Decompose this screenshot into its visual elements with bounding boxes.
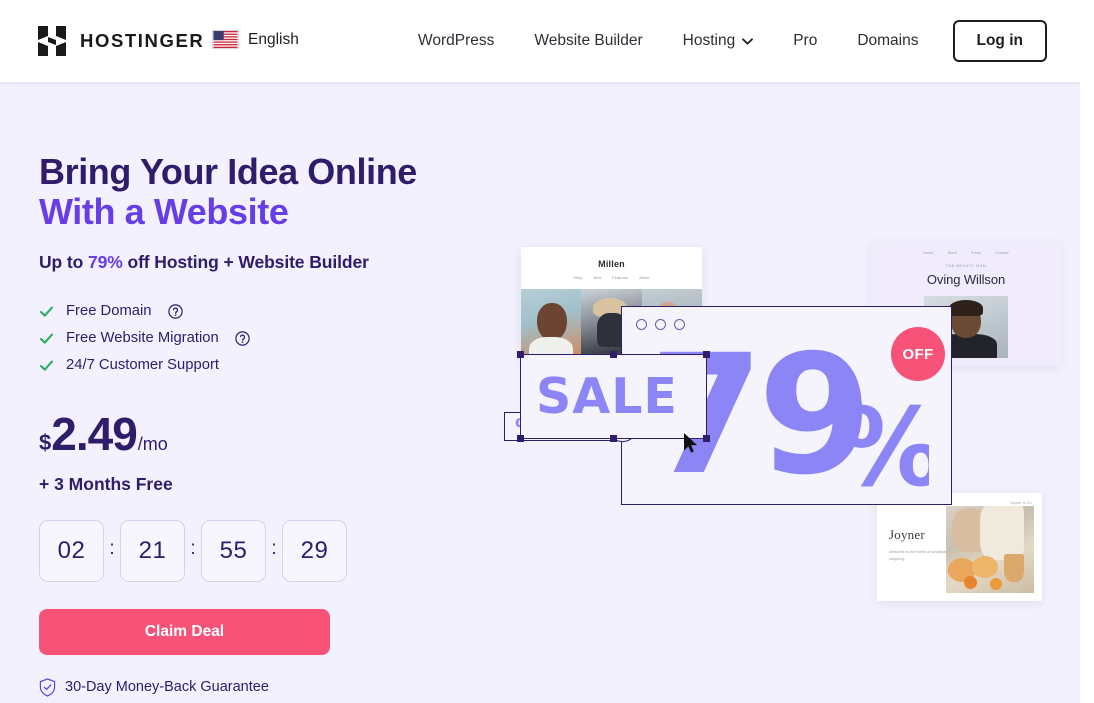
resize-handle-s[interactable] [610,435,617,442]
hero-subheadline: Up to 79% off Hosting + Website Builder [39,233,509,273]
brand-logo-link[interactable]: HOSTINGER [38,26,204,56]
oving-card-kicker: THE BEAUTY MAN [945,264,987,268]
resize-handle-se[interactable] [703,435,710,442]
hero-content: Bring Your Idea Online With a Website Up… [39,82,509,697]
window-dot-icon [636,319,647,330]
joyner-card-subtitle: Welcome to the home of sustainable shopp… [889,550,951,561]
food-photo [946,506,1034,593]
hostinger-landing-page: HOSTINGER English WordPress Website Buil… [0,0,1080,703]
discount-percent-symbol: % [837,386,929,488]
feature-label: Free Website Migration [66,330,219,347]
help-circle-icon[interactable] [234,331,250,346]
joyner-card-logo: Joyner & Co. [1009,501,1033,505]
countdown-separator: : [109,538,115,560]
resize-handle-ne[interactable] [703,351,710,358]
oving-card-title: Oving Willson [926,272,1006,287]
off-badge: OFF [891,327,945,381]
millen-card-nav: Shop New Features About [521,269,702,280]
oving-card-nav: Home Work Press Contact [871,242,1061,255]
millen-nav-item: About [639,276,650,280]
countdown-timer: 02 : 21 : 55 : 29 [39,495,509,582]
feature-list: Free Domain Free Website Migration 24/7 … [39,273,509,379]
language-selector[interactable]: English [212,30,299,49]
millen-nav-item: Shop [573,276,583,280]
resize-handle-sw[interactable] [517,435,524,442]
millen-nav-item: Features [612,276,629,280]
help-circle-icon[interactable] [167,304,183,319]
guarantee-label: 30-Day Money-Back Guarantee [65,678,269,695]
hero-section: Bring Your Idea Online With a Website Up… [0,82,1080,703]
list-item: Free Domain [39,299,509,325]
window-dot-icon [674,319,685,330]
feature-label: 24/7 Customer Support [66,357,219,374]
joyner-site-card: Joyner & Co. Joyner Welcome to the home … [877,493,1042,601]
headline-line-2: With a Website [39,191,289,233]
price-display: $ 2.49 /mo [39,380,509,457]
us-flag-icon [212,30,239,49]
oving-nav-item: Work [947,251,957,255]
page-title: Bring Your Idea Online With a Website [39,82,509,233]
claim-deal-button[interactable]: Claim Deal [39,608,330,655]
countdown-unit-days: 02 [39,519,104,582]
price-amount: 2.49 [51,407,138,460]
main-navigation: WordPress Website Builder Hosting Pro Do… [398,0,1047,82]
countdown-separator: : [190,538,196,560]
chevron-down-icon [742,37,754,44]
oving-nav-item: Contact [994,251,1009,255]
millen-nav-item: New [593,276,602,280]
price-period: /mo [137,433,168,454]
sale-wordmark: SALE [536,371,678,423]
subhead-discount: 79% [87,251,123,272]
brand-logo-text: HOSTINGER [80,29,205,51]
window-dot-icon [655,319,666,330]
money-back-guarantee: 30-Day Money-Back Guarantee [39,655,509,697]
oving-nav-item: Press [970,251,981,255]
nav-label: Hosting [682,32,736,50]
hostinger-h-logo-icon [38,26,66,56]
list-item: Free Website Migration [39,326,509,352]
nav-label: Domains [857,32,919,50]
sale-text-element[interactable]: SALE [517,351,710,453]
countdown-unit-seconds: 29 [282,519,347,582]
countdown-unit-hours: 21 [120,519,185,582]
hero-illustration: Millen Shop New Features About Home Work… [490,82,1080,703]
countdown-separator: : [271,538,277,560]
check-icon [39,333,54,344]
nav-item-domains[interactable]: Domains [837,33,938,49]
countdown-unit-minutes: 55 [201,519,266,582]
feature-label: Free Domain [66,303,152,320]
login-button[interactable]: Log in [952,20,1047,62]
browser-window-controls [622,307,951,330]
check-icon [39,306,54,317]
nav-label: Website Builder [534,32,643,50]
headline-line-1: Bring Your Idea Online [39,151,417,192]
nav-label: Pro [793,32,818,50]
nav-item-website-builder[interactable]: Website Builder [514,33,662,49]
nav-label: WordPress [418,32,495,50]
list-item: 24/7 Customer Support [39,353,509,379]
price-currency: $ [39,429,52,455]
mouse-pointer-icon [684,433,697,453]
nav-item-hosting[interactable]: Hosting [663,33,774,49]
price-bonus: + 3 Months Free [39,473,173,494]
oving-nav-item: Home [923,251,934,255]
nav-item-wordpress[interactable]: WordPress [398,33,514,49]
resize-handle-n[interactable] [610,351,617,358]
subhead-prefix: Up to [39,251,88,272]
site-header: HOSTINGER English WordPress Website Buil… [0,0,1080,82]
nav-item-pro[interactable]: Pro [773,33,837,49]
shield-check-icon [39,678,56,697]
check-icon [39,360,54,371]
resize-handle-nw[interactable] [517,351,524,358]
subhead-suffix: off Hosting + Website Builder [122,251,369,272]
millen-card-title: Millen [598,259,625,269]
language-label: English [248,30,299,48]
sale-text-content: SALE [520,354,707,439]
sale-label: SALE [536,371,678,423]
